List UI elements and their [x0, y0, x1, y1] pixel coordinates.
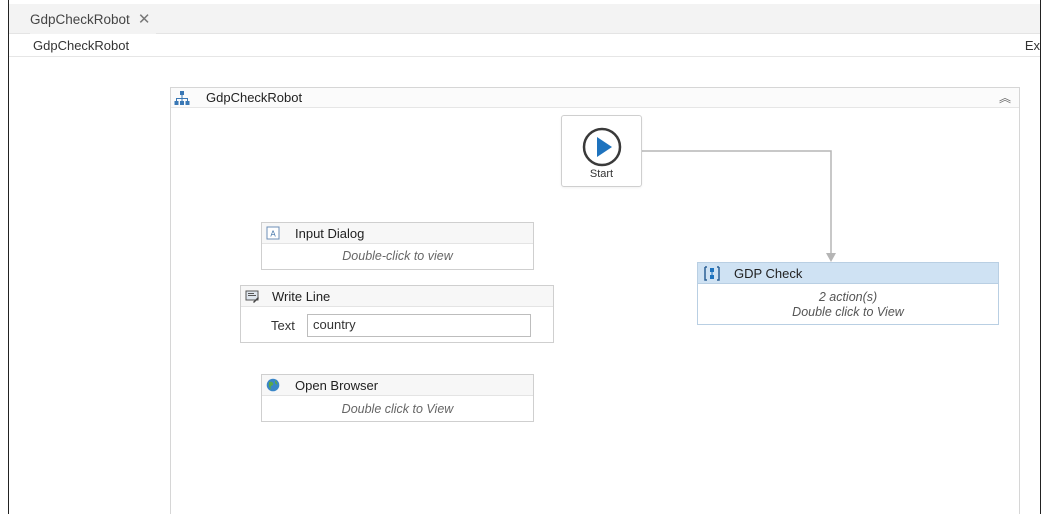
input-dialog-activity[interactable]: A Input Dialog Double-click to view	[261, 222, 534, 270]
input-dialog-hint: Double-click to view	[342, 249, 453, 263]
text-input[interactable]: country	[307, 314, 531, 337]
input-dialog-icon: A	[266, 226, 280, 240]
sequence-header[interactable]: GdpCheckRobot ︽	[171, 88, 1019, 108]
text-field-label: Text	[271, 318, 295, 333]
breadcrumb-bar: GdpCheckRobot Ex	[9, 35, 1040, 57]
tab-gdpcheckrobot[interactable]: GdpCheckRobot ✕	[30, 4, 157, 34]
open-browser-title: Open Browser	[295, 378, 379, 393]
document-tab-bar: GdpCheckRobot ✕	[9, 4, 1040, 34]
breadcrumb[interactable]: GdpCheckRobot	[33, 38, 129, 53]
svg-text:A: A	[270, 230, 276, 239]
play-icon	[582, 127, 622, 167]
sequence-icon	[174, 91, 190, 105]
gdp-check-activity[interactable]: GDP Check 2 action(s) Double click to Vi…	[697, 262, 999, 325]
open-browser-header: Open Browser	[262, 375, 533, 396]
window-border-right	[1040, 0, 1041, 514]
write-line-title: Write Line	[272, 289, 331, 304]
expand-all-link[interactable]: Ex	[1025, 38, 1040, 53]
write-line-activity[interactable]: Write Line Text country	[240, 285, 554, 343]
collapse-icon[interactable]: ︽	[999, 89, 1011, 106]
sequence-title: GdpCheckRobot	[206, 90, 303, 105]
gdp-check-action-count: 2 action(s)	[818, 290, 878, 304]
window-border-left	[8, 0, 9, 514]
gdp-check-title: GDP Check	[734, 266, 803, 281]
write-line-header: Write Line	[241, 286, 553, 307]
gdp-check-hint: Double click to View	[792, 305, 904, 319]
close-icon[interactable]: ✕	[138, 12, 151, 27]
input-dialog-header: A Input Dialog	[262, 223, 533, 244]
input-dialog-title: Input Dialog	[295, 226, 365, 241]
flow-decision-icon	[704, 266, 720, 281]
start-node[interactable]: Start	[561, 115, 642, 187]
start-label: Start	[589, 168, 614, 180]
open-browser-hint: Double click to View	[341, 402, 454, 416]
write-line-icon	[245, 290, 259, 303]
globe-icon	[266, 378, 280, 392]
gdp-check-header: GDP Check	[698, 263, 998, 284]
open-browser-activity[interactable]: Open Browser Double click to View	[261, 374, 534, 422]
tab-label: GdpCheckRobot	[30, 11, 130, 27]
